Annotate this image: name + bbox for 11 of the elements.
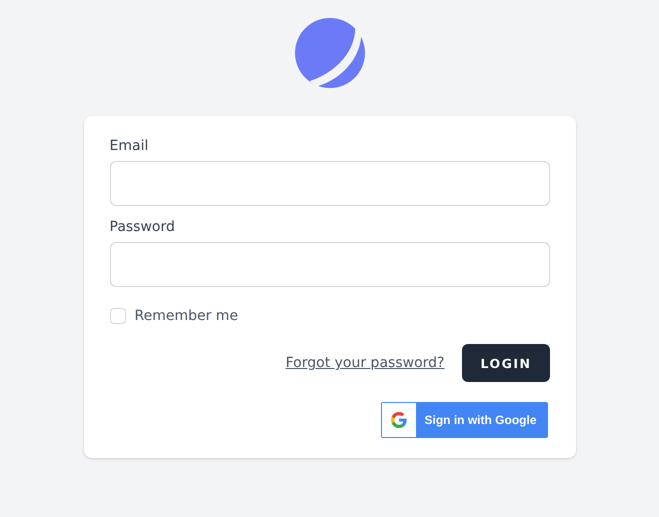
logo-icon	[294, 17, 364, 89]
login-button[interactable]: LOGIN	[462, 344, 550, 382]
remember-label: Remember me	[134, 308, 238, 324]
google-sign-in-button[interactable]: Sign in with Google	[380, 402, 548, 438]
google-icon	[390, 412, 406, 428]
input-field[interactable]	[110, 161, 550, 206]
remember-checkbox[interactable]	[110, 308, 126, 324]
field-label: Password	[110, 218, 176, 237]
forgot-password-link[interactable]: Forgot your password?	[286, 355, 444, 371]
field-label: Email	[110, 137, 150, 156]
input-field[interactable]	[110, 242, 550, 287]
